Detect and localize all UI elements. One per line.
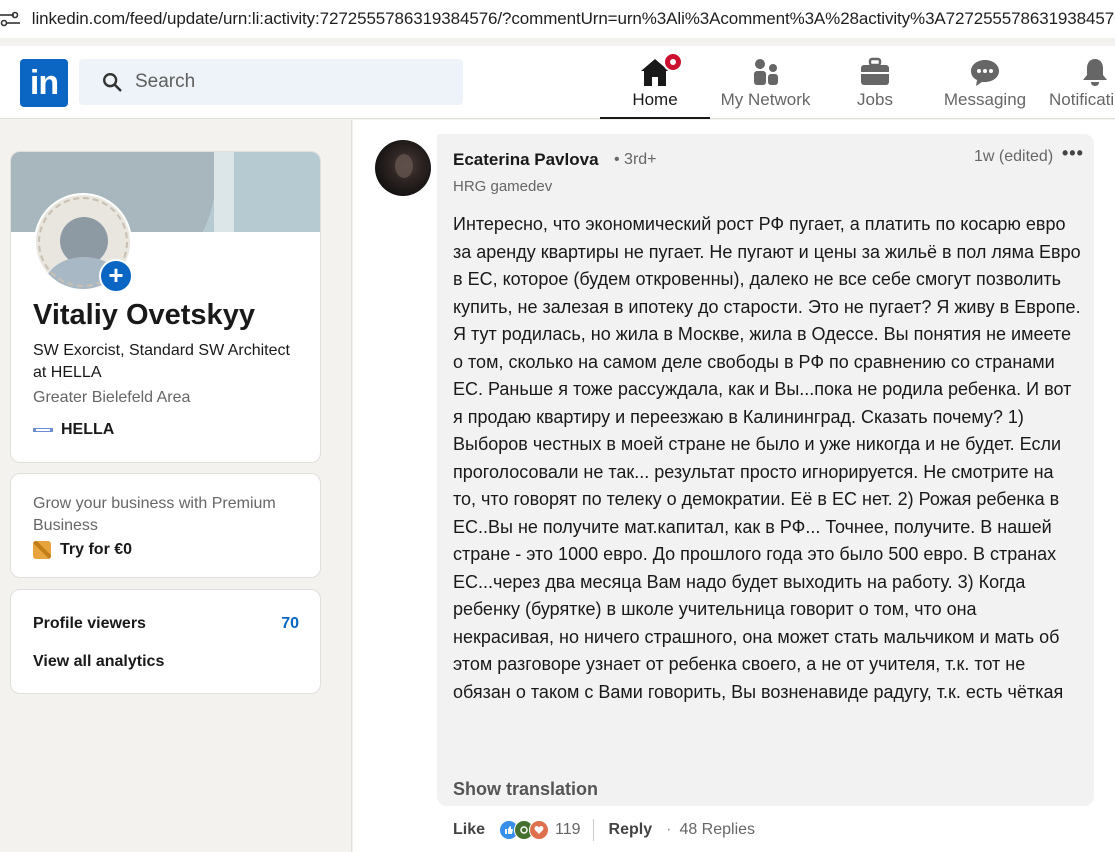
premium-try-link[interactable]: Try for €0	[33, 541, 132, 559]
commenter-avatar[interactable]	[375, 140, 431, 196]
replies-count[interactable]: 48 Replies	[679, 821, 755, 839]
nav-notifications-label: Notificati	[1049, 90, 1115, 109]
bullet-separator: ·	[666, 821, 672, 838]
profile-viewers-label: Profile viewers	[33, 615, 146, 632]
company-logo-icon	[33, 425, 53, 435]
company-name: HELLA	[61, 421, 115, 438]
reaction-count[interactable]: 119	[555, 821, 581, 839]
profile-name[interactable]: Vitaliy Ovetskyy	[33, 299, 255, 332]
profile-viewers-row[interactable]: Profile viewers 70	[33, 615, 299, 633]
nav-messaging[interactable]: Messaging	[935, 46, 1035, 119]
browser-address-bar[interactable]: linkedin.com/feed/update/urn:li:activity…	[0, 0, 1115, 38]
like-button[interactable]: Like	[453, 821, 485, 839]
nav-my-network-label: My Network	[720, 90, 811, 109]
search-input[interactable]	[135, 71, 435, 93]
url-text[interactable]: linkedin.com/feed/update/urn:li:activity…	[32, 9, 1115, 29]
comment-author-headline: HRG gamedev	[453, 178, 553, 195]
show-translation-button[interactable]: Show translation	[453, 779, 598, 800]
nav-jobs-label: Jobs	[857, 90, 893, 109]
premium-icon	[33, 541, 51, 559]
nav-home[interactable]: Home	[600, 46, 710, 119]
nav-home-label: Home	[632, 90, 678, 109]
premium-card[interactable]: Grow your business with Premium Business…	[10, 473, 321, 578]
action-divider	[592, 819, 594, 841]
profile-headline: SW Exorcist, Standard SW Architect at HE…	[33, 342, 290, 381]
nav-messaging-label: Messaging	[943, 90, 1027, 109]
premium-promo-text: Grow your business with Premium Business	[33, 495, 276, 534]
notifications-icon	[1083, 59, 1107, 86]
nav-my-network[interactable]: My Network	[713, 46, 818, 119]
add-photo-icon[interactable]: +	[99, 259, 133, 293]
connection-degree: • 3rd+	[614, 151, 657, 168]
search-box[interactable]	[79, 59, 463, 105]
reply-button[interactable]: Reply	[609, 821, 653, 839]
comment-body: Интересно, что экономический рост РФ пуг…	[453, 214, 1081, 702]
comment-author-name[interactable]: Ecaterina Pavlova	[453, 150, 599, 170]
profile-viewers-count: 70	[281, 615, 299, 632]
reaction-icons[interactable]	[499, 820, 550, 840]
profile-location: Greater Bielefeld Area	[33, 389, 191, 406]
profile-company[interactable]: HELLA	[33, 421, 114, 439]
comment-timestamp: 1w (edited)	[974, 148, 1054, 165]
premium-cta-label: Try for €0	[60, 541, 133, 558]
messaging-icon	[971, 60, 999, 86]
more-options-icon[interactable]: •••	[1062, 143, 1084, 164]
my-network-icon	[753, 59, 778, 85]
jobs-icon	[861, 57, 889, 85]
love-reaction-icon	[529, 820, 550, 840]
notification-badge	[663, 52, 683, 72]
linkedin-logo[interactable]: in	[20, 59, 68, 107]
profile-card: + Vitaliy Ovetskyy SW Exorcist, Standard…	[10, 151, 321, 463]
comment-actions: Like 119 Reply · 48 Replies	[453, 818, 755, 842]
nav-jobs[interactable]: Jobs	[825, 46, 925, 119]
view-all-analytics-link[interactable]: View all analytics	[33, 653, 164, 671]
top-nav-bar: in Home My Network	[0, 46, 1115, 119]
site-settings-icon[interactable]	[0, 0, 28, 38]
analytics-card: Profile viewers 70 View all analytics	[10, 589, 321, 694]
nav-notifications[interactable]: Notificati	[1045, 46, 1115, 119]
search-icon	[103, 73, 122, 92]
